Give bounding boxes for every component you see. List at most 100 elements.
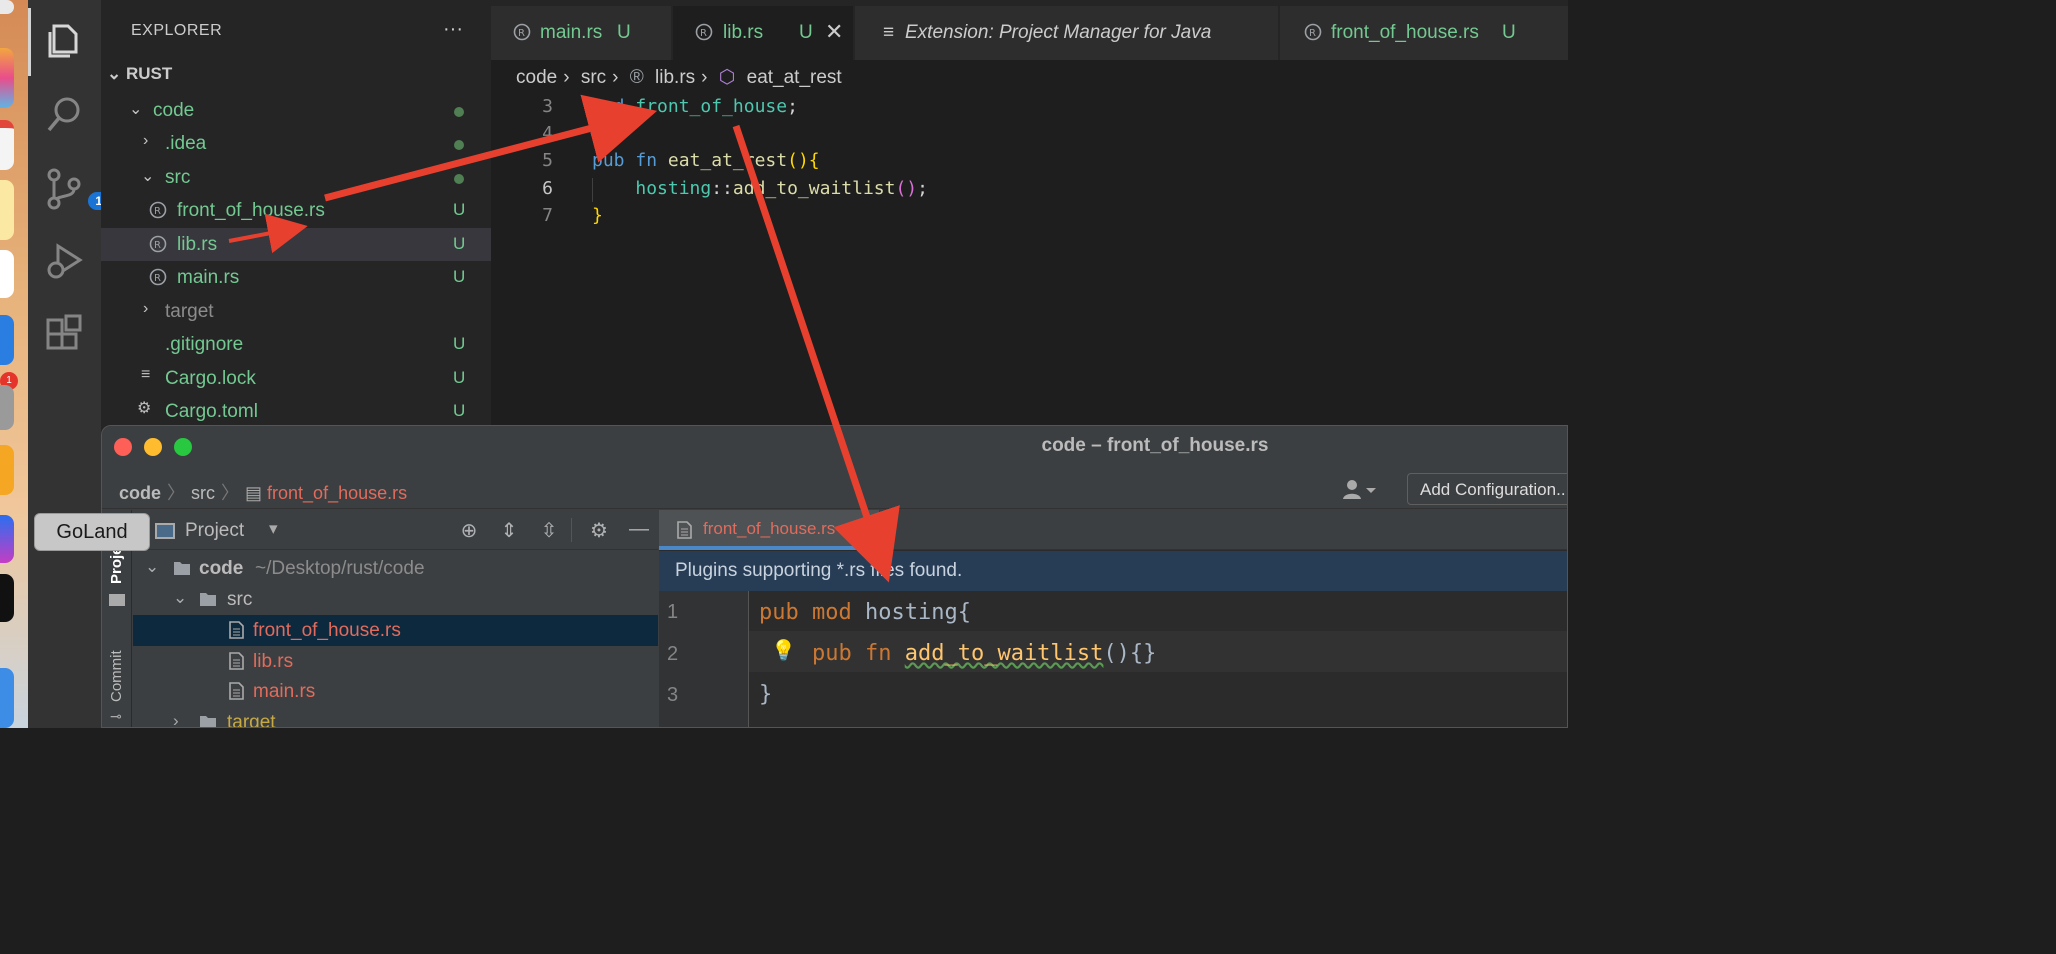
indent-guide	[592, 178, 593, 202]
git-status-untracked: U	[453, 368, 466, 387]
chevron-right-icon: ›	[563, 67, 570, 88]
rust-file-icon: R	[513, 23, 531, 41]
breadcrumb-item[interactable]: code	[516, 67, 557, 88]
tree-item-cargo-toml[interactable]: ⚙ Cargo.toml U	[101, 395, 491, 428]
chevron-down-icon: ⌄	[173, 588, 188, 607]
commit-icon: ⊸	[110, 708, 122, 724]
chevron-right-icon: 〉	[167, 483, 186, 503]
svg-text:R: R	[154, 206, 161, 217]
explorer-icon[interactable]	[42, 18, 86, 62]
tab-extension-preview[interactable]: ≡ Extension: Project Manager for Java	[855, 6, 1278, 60]
banner-text: Plugins supporting *.rs files found.	[675, 560, 963, 581]
tree-item-main[interactable]: R main.rs U	[101, 261, 491, 294]
tree-item-lib[interactable]: R lib.rs U	[101, 228, 491, 261]
tree-item-src[interactable]: ⌄ src	[101, 161, 491, 194]
project-tree-lib[interactable]: lib.rs	[133, 646, 658, 677]
dock-app-icon[interactable]	[0, 48, 14, 108]
plugin-suggestion-banner[interactable]: Plugins supporting *.rs files found.	[659, 551, 1567, 591]
folder-icon	[109, 594, 125, 606]
goland-window: code – front_of_house.rs code 〉 src 〉 ▤ fron…	[101, 425, 1568, 728]
workspace-root-label: RUST	[125, 64, 173, 83]
breadcrumb-item[interactable]: eat_at_rest	[747, 67, 842, 88]
tab-front-of-house-rs[interactable]: front_of_house.rs	[659, 510, 879, 550]
tree-item-idea[interactable]: › .idea	[101, 127, 491, 160]
mac-dock: 1	[0, 0, 28, 728]
tree-item-cargo-lock[interactable]: ≡ Cargo.lock U	[101, 362, 491, 395]
breadcrumb-item[interactable]: src	[191, 483, 215, 503]
tree-item-code[interactable]: ⌄ code	[101, 94, 491, 127]
chevron-down-icon[interactable]: ▾	[269, 519, 278, 539]
settings-app-icon[interactable]	[0, 385, 14, 430]
expand-all-icon[interactable]: ⇕	[497, 518, 521, 542]
symbol-module-icon: ⬡	[718, 67, 736, 88]
chevron-right-icon: ›	[701, 67, 708, 88]
git-status-untracked: U	[453, 401, 466, 420]
workspace-folder-header[interactable]: ⌄ RUST	[107, 64, 172, 84]
dock-app-icon[interactable]	[0, 0, 14, 14]
close-icon[interactable]: ✕	[825, 19, 843, 45]
git-status-untracked: U	[617, 22, 631, 43]
tree-item-gitignore[interactable]: .gitignore U	[101, 328, 491, 361]
project-tree-main[interactable]: main.rs	[133, 676, 658, 707]
tree-item-label: main.rs	[253, 681, 316, 702]
app-store-icon[interactable]	[0, 315, 14, 365]
tool-tab-commit[interactable]: Commit	[108, 650, 125, 702]
breadcrumb: code 〉 src 〉 ▤ front_of_house.rs	[119, 479, 407, 505]
project-tree-target[interactable]: › target	[133, 707, 658, 727]
window-titlebar: code – front_of_house.rs	[102, 426, 1567, 466]
tab-lib-rs[interactable]: R lib.rs U ✕	[673, 6, 853, 60]
more-actions-icon[interactable]: ···	[443, 18, 463, 41]
code-editor[interactable]: 3 mod front_of_house; 4 5 pub fn eat_at_…	[491, 94, 1568, 426]
user-account-icon[interactable]	[1340, 479, 1380, 501]
breadcrumb-item[interactable]: lib.rs	[655, 67, 695, 88]
reminders-app-icon[interactable]	[0, 250, 14, 298]
extensions-icon[interactable]	[42, 314, 86, 358]
source-control-icon[interactable]	[42, 166, 86, 210]
chrome-app-icon[interactable]	[0, 445, 14, 495]
line-number: 3	[667, 684, 679, 706]
breadcrumb-item[interactable]: src	[581, 67, 606, 88]
hide-panel-icon[interactable]: —	[627, 518, 651, 542]
tree-item-label: front_of_house.rs	[253, 620, 401, 641]
collapse-all-icon[interactable]: ⇳	[537, 518, 561, 542]
terminal-app-icon[interactable]	[0, 574, 14, 622]
gear-icon[interactable]: ⚙	[587, 518, 611, 542]
tab-label: front_of_house.rs	[703, 519, 836, 538]
project-tree-src[interactable]: ⌄ src	[133, 584, 658, 615]
calendar-app-icon[interactable]	[0, 120, 14, 170]
finder-app-icon[interactable]	[0, 668, 14, 728]
line-number: 6	[542, 178, 553, 199]
tab-front-of-house-rs[interactable]: R front_of_house.rs U	[1280, 6, 1568, 60]
run-debug-icon[interactable]	[42, 240, 86, 284]
tree-item-label: front_of_house.rs	[177, 200, 325, 221]
git-status-untracked: U	[453, 200, 466, 219]
tab-main-rs[interactable]: R main.rs U	[491, 6, 671, 60]
file-icon	[229, 682, 244, 700]
rust-file-icon: ®	[629, 67, 644, 88]
svg-text:R: R	[154, 240, 161, 251]
breadcrumb-item[interactable]: code	[119, 483, 161, 503]
search-icon[interactable]	[42, 92, 86, 136]
file-icon	[677, 521, 692, 539]
tree-item-label: code	[199, 558, 244, 579]
project-panel-title[interactable]: Project	[185, 520, 244, 542]
modified-dot-icon	[454, 107, 464, 117]
project-tool-window: Project ▾ ⊕ ⇕ ⇳ ⚙ — ⌄ code ~/Desktop/rus…	[133, 510, 658, 727]
tree-item-target[interactable]: › target	[101, 295, 491, 328]
file-icon: ▤	[245, 483, 268, 503]
breadcrumb-item[interactable]: front_of_house.rs	[267, 483, 407, 503]
locate-file-icon[interactable]: ⊕	[457, 518, 481, 542]
tree-item-front-of-house[interactable]: R front_of_house.rs U	[101, 194, 491, 227]
preview-file-icon: ≡	[883, 22, 895, 43]
git-status-untracked: U	[453, 334, 466, 353]
tree-item-label: src	[165, 167, 191, 188]
project-tree-code[interactable]: ⌄ code ~/Desktop/rust/code	[133, 553, 658, 584]
goland-app-icon[interactable]	[0, 515, 14, 563]
lines-file-icon: ≡	[141, 366, 151, 383]
breadcrumb: code › src › ® lib.rs › ⬡ eat_at_rest	[516, 66, 848, 89]
svg-text:R: R	[1309, 28, 1316, 39]
notes-app-icon[interactable]	[0, 180, 14, 240]
add-configuration-button[interactable]: Add Configuration...	[1407, 473, 1567, 505]
chevron-right-icon: ›	[143, 132, 149, 149]
project-tree-front-of-house[interactable]: front_of_house.rs	[133, 615, 658, 646]
